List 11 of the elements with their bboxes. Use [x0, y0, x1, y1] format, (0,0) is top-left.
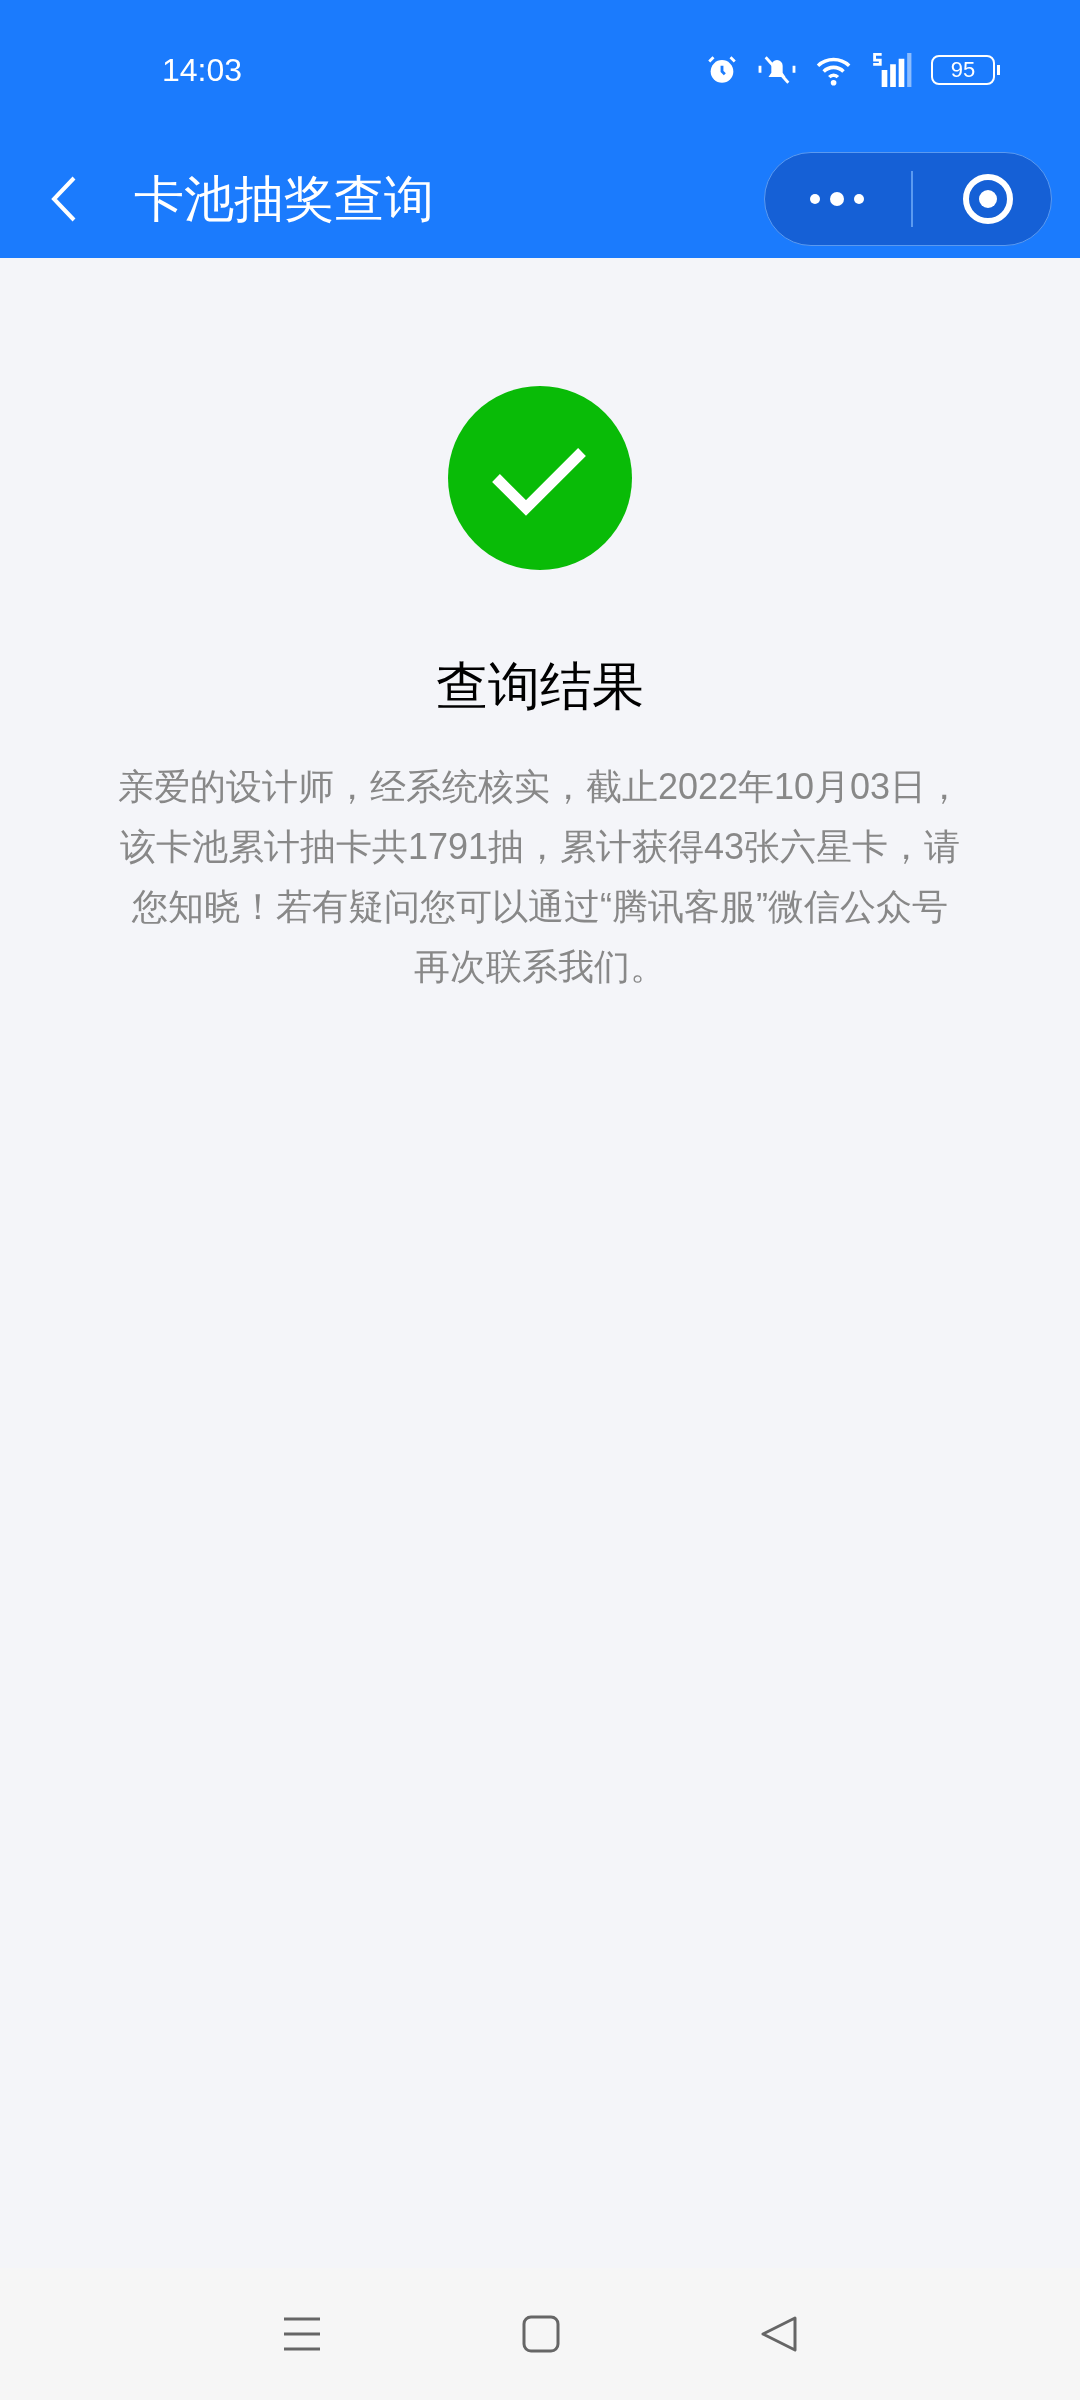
signal-icon [873, 53, 913, 87]
more-icon[interactable] [807, 189, 867, 209]
result-title: 查询结果 [436, 655, 644, 718]
result-message: 亲爱的设计师，经系统核实，截止2022年10月03日，该卡池累计抽卡共1791抽，累计获得43张六星卡，请您知晓！若有疑问您可以通过“腾讯客服”微信公众号再次联系我们。 [116, 765, 964, 989]
close-target-icon[interactable] [961, 172, 1015, 226]
back-triangle-icon[interactable] [760, 2315, 798, 2353]
page-title: 卡池抽奖查询 [134, 168, 434, 230]
menu-icon[interactable] [282, 2316, 322, 2352]
home-icon[interactable] [522, 2315, 560, 2353]
status-time: 14:03 [162, 51, 243, 90]
battery-indicator: 95 [931, 55, 1000, 85]
